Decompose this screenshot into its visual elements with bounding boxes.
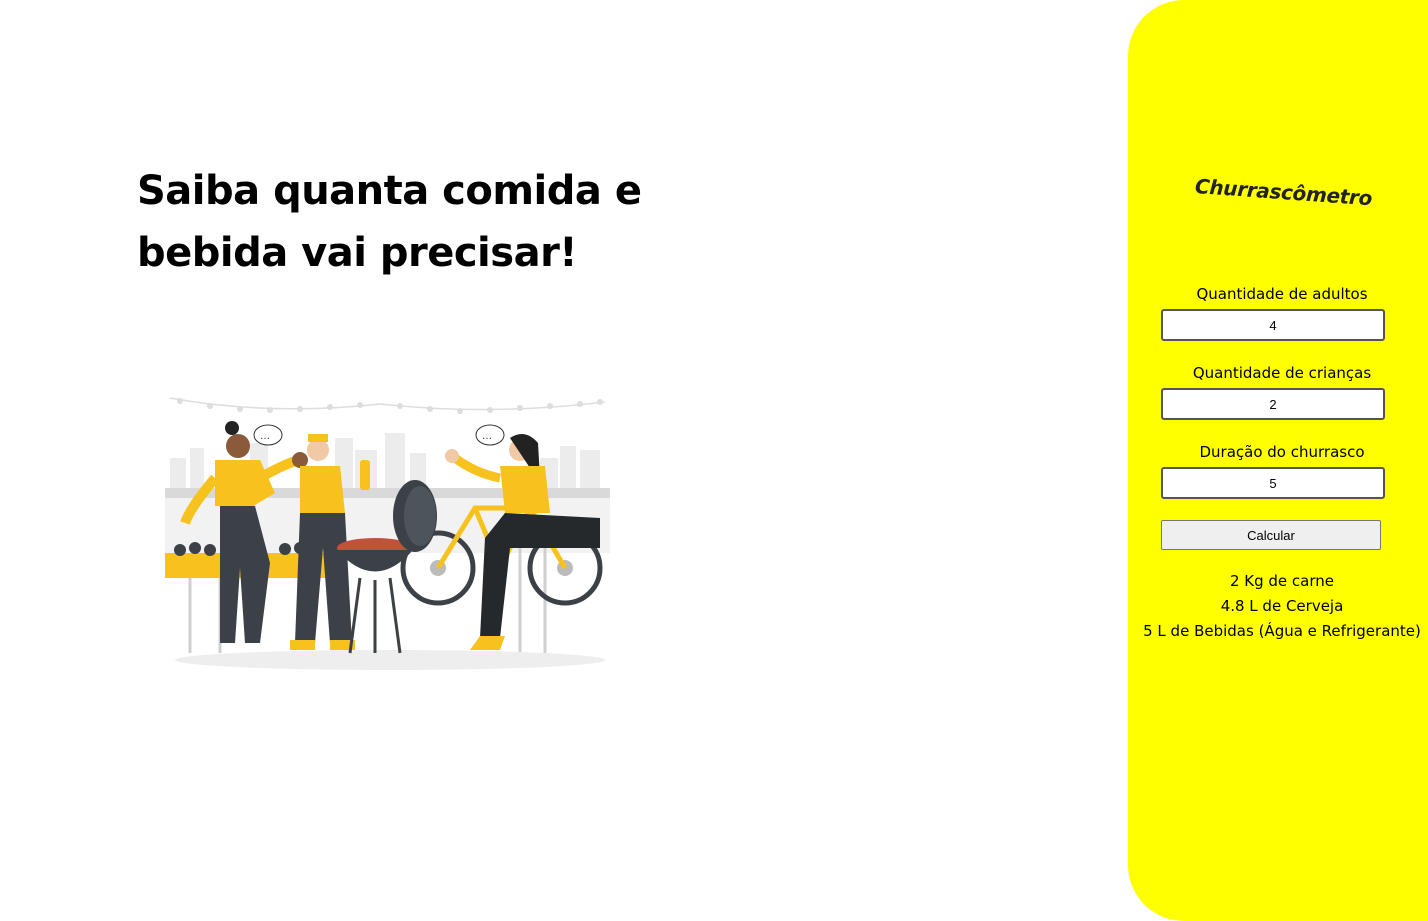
calculate-button[interactable]: Calcular [1161, 520, 1381, 550]
children-label: Quantidade de crianças [1192, 364, 1372, 382]
page-headline: Saiba quanta comida e bebida vai precisa… [137, 160, 697, 284]
adults-input[interactable] [1161, 309, 1385, 341]
churrascometro-logo: Churrascômetro [1194, 168, 1373, 218]
logo-text: Churrascômetro [1194, 174, 1373, 211]
duration-label: Duração do churrasco [1199, 443, 1365, 461]
duration-input[interactable] [1161, 467, 1385, 499]
barbecue-party-illustration: … … [165, 397, 610, 670]
svg-text:…: … [260, 431, 270, 442]
result-drinks: 5 L de Bebidas (Água e Refrigerante) [1143, 622, 1421, 640]
headline-line-2: bebida vai precisar! [137, 230, 578, 276]
svg-text:…: … [482, 431, 492, 442]
adults-label: Quantidade de adultos [1196, 285, 1368, 303]
children-input[interactable] [1161, 388, 1385, 420]
headline-line-1: Saiba quanta comida e [137, 168, 642, 214]
result-beer: 4.8 L de Cerveja [1220, 597, 1344, 615]
result-meat: 2 Kg de carne [1229, 572, 1335, 590]
